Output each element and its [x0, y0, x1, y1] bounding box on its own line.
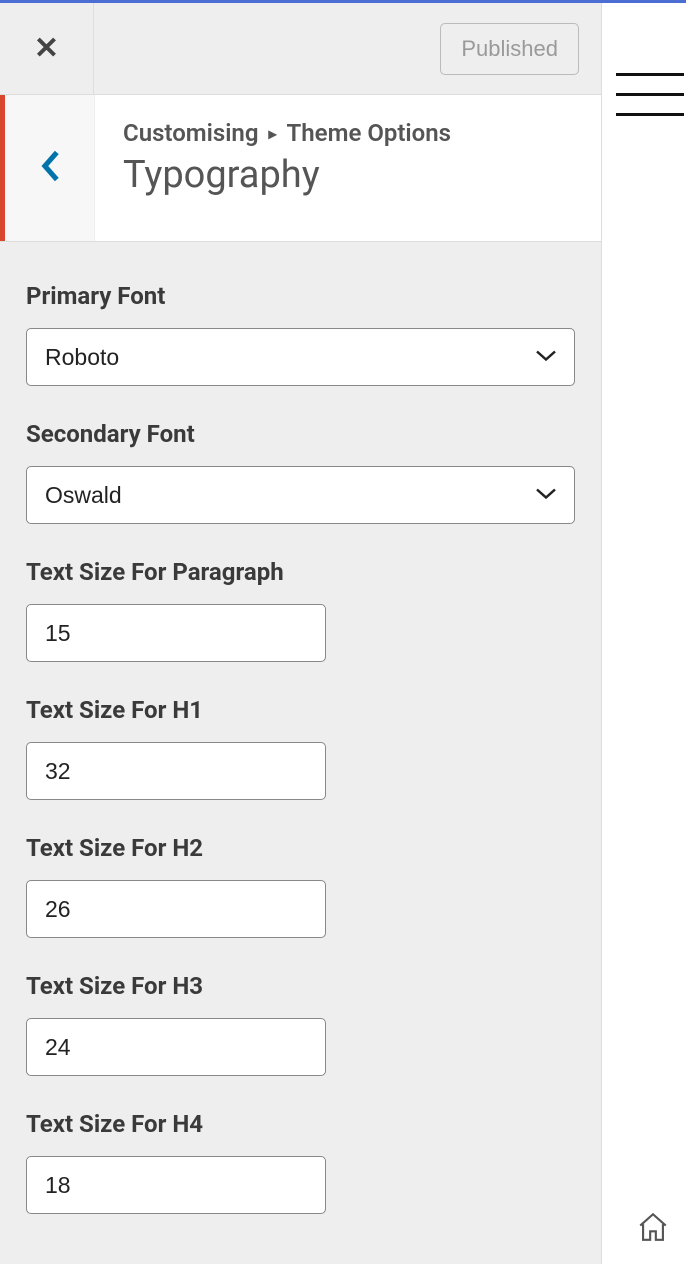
primary-font-select[interactable]: Roboto	[26, 328, 575, 386]
h1-size-group: Text Size For H1	[26, 696, 575, 800]
secondary-font-label: Secondary Font	[26, 420, 575, 448]
close-button[interactable]: ✕	[0, 3, 94, 94]
paragraph-size-input[interactable]	[26, 604, 326, 662]
secondary-font-select[interactable]: Oswald	[26, 466, 575, 524]
hamburger-icon	[616, 93, 684, 96]
paragraph-size-group: Text Size For Paragraph	[26, 558, 575, 662]
h4-size-group: Text Size For H4	[26, 1110, 575, 1214]
breadcrumb: Customising ▸ Theme Options	[123, 119, 573, 147]
breadcrumb-arrow-icon: ▸	[269, 124, 277, 143]
h1-size-input[interactable]	[26, 742, 326, 800]
h4-size-label: Text Size For H4	[26, 1110, 575, 1138]
section-header: Customising ▸ Theme Options Typography	[0, 95, 601, 242]
h2-size-input[interactable]	[26, 880, 326, 938]
back-button[interactable]	[5, 95, 95, 241]
publish-button[interactable]: Published	[440, 23, 579, 75]
paragraph-size-label: Text Size For Paragraph	[26, 558, 575, 586]
breadcrumb-root: Customising	[123, 119, 259, 147]
home-button[interactable]	[636, 1210, 670, 1248]
h4-size-input[interactable]	[26, 1156, 326, 1214]
h1-size-label: Text Size For H1	[26, 696, 575, 724]
section-title: Typography	[123, 153, 573, 197]
h2-size-label: Text Size For H2	[26, 834, 575, 862]
breadcrumb-section: Theme Options	[287, 119, 451, 147]
primary-font-group: Primary Font Roboto	[26, 282, 575, 386]
controls-area: Primary Font Roboto Secondary Font	[0, 242, 601, 1264]
chevron-left-icon	[39, 149, 61, 187]
h2-size-group: Text Size For H2	[26, 834, 575, 938]
h3-size-group: Text Size For H3	[26, 972, 575, 1076]
primary-font-label: Primary Font	[26, 282, 575, 310]
h3-size-input[interactable]	[26, 1018, 326, 1076]
hamburger-icon	[616, 73, 684, 76]
publish-label: Published	[461, 36, 558, 61]
preview-area	[602, 3, 686, 1264]
h3-size-label: Text Size For H3	[26, 972, 575, 1000]
toolbar: ✕ Published	[0, 3, 601, 95]
hamburger-menu-button[interactable]	[616, 73, 686, 116]
home-icon	[636, 1210, 670, 1244]
customizer-panel: ✕ Published Customising ▸ Theme Options	[0, 3, 602, 1264]
secondary-font-group: Secondary Font Oswald	[26, 420, 575, 524]
hamburger-icon	[616, 113, 684, 116]
close-icon: ✕	[34, 34, 59, 64]
